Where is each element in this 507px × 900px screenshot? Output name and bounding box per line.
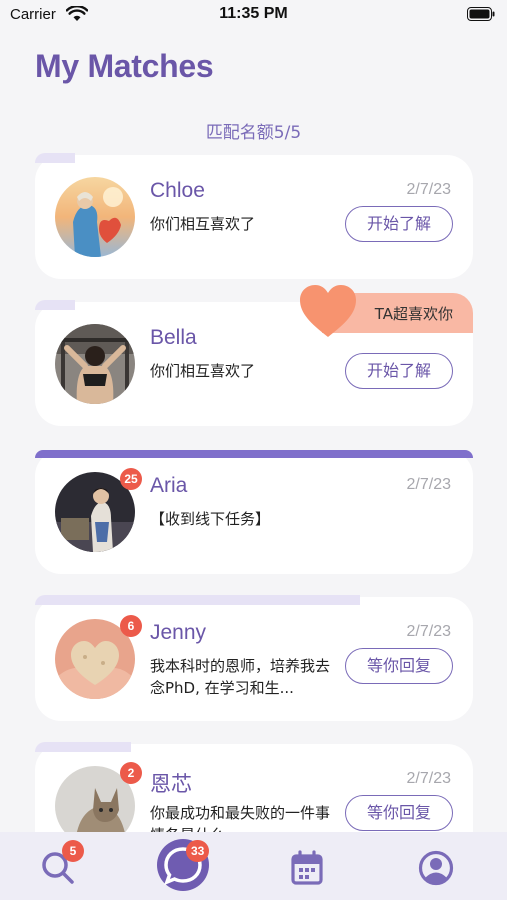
calendar-icon [291,850,323,885]
battery-icon [467,7,495,21]
match-card[interactable]: 6 Jenny 2/7/23 我本科时的恩师，培养我去念PhD, 在学习和生..… [35,595,473,721]
unread-badge: 25 [120,468,142,490]
match-card[interactable]: Chloe 2/7/23 你们相互喜欢了 开始了解 [35,153,473,279]
match-message: 你们相互喜欢了 [150,362,256,380]
page-title: My Matches [35,48,214,84]
chats-badge: 33 [186,840,210,862]
discover-badge: 5 [62,840,84,862]
status-bar: Carrier 11:35 PM [0,0,507,32]
match-message: 【收到线下任务】 [150,510,271,528]
tab-discover[interactable]: 5 [30,832,90,900]
match-name: Bella [150,326,197,349]
match-date: 2/7/23 [406,181,451,198]
unread-badge: 2 [120,762,142,784]
tab-chats[interactable]: 33 [150,832,220,900]
avatar[interactable] [55,324,135,404]
tab-profile[interactable] [408,832,468,900]
start-chat-button[interactable]: 开始了解 [345,206,453,242]
match-date: 2/7/23 [406,476,451,493]
match-quota: 匹配名额5/5 [205,123,302,143]
match-card[interactable]: 25 Aria 2/7/23 【收到线下任务】 [35,450,473,574]
tab-calendar[interactable] [280,832,340,900]
super-like-label: TA超喜欢你 [374,305,453,323]
match-date: 2/7/23 [406,623,451,640]
profile-icon [418,850,454,886]
card-accent-tab [35,450,473,458]
match-message: 你们相互喜欢了 [150,215,256,233]
heart-icon [300,285,356,337]
tab-bar: 5 33 [0,832,507,900]
unread-badge: 6 [120,615,142,637]
super-like-tag: TA超喜欢你 [298,285,473,337]
clock: 11:35 PM [219,5,288,22]
match-name: 恩芯 [150,773,192,796]
awaiting-reply-button[interactable]: 等你回复 [345,795,453,831]
match-name: Aria [150,474,188,497]
card-accent-tab [35,300,75,310]
avatar[interactable] [55,177,135,257]
awaiting-reply-button[interactable]: 等你回复 [345,648,453,684]
card-accent-tab [35,595,360,605]
match-name: Jenny [150,621,207,644]
card-accent-tab [35,742,131,752]
start-chat-button[interactable]: 开始了解 [345,353,453,389]
match-name: Chloe [150,179,205,202]
match-message: 我本科时的恩师，培养我去念PhD, 在学习和生... [150,657,331,697]
card-accent-tab [35,153,75,163]
match-date: 2/7/23 [406,770,451,787]
